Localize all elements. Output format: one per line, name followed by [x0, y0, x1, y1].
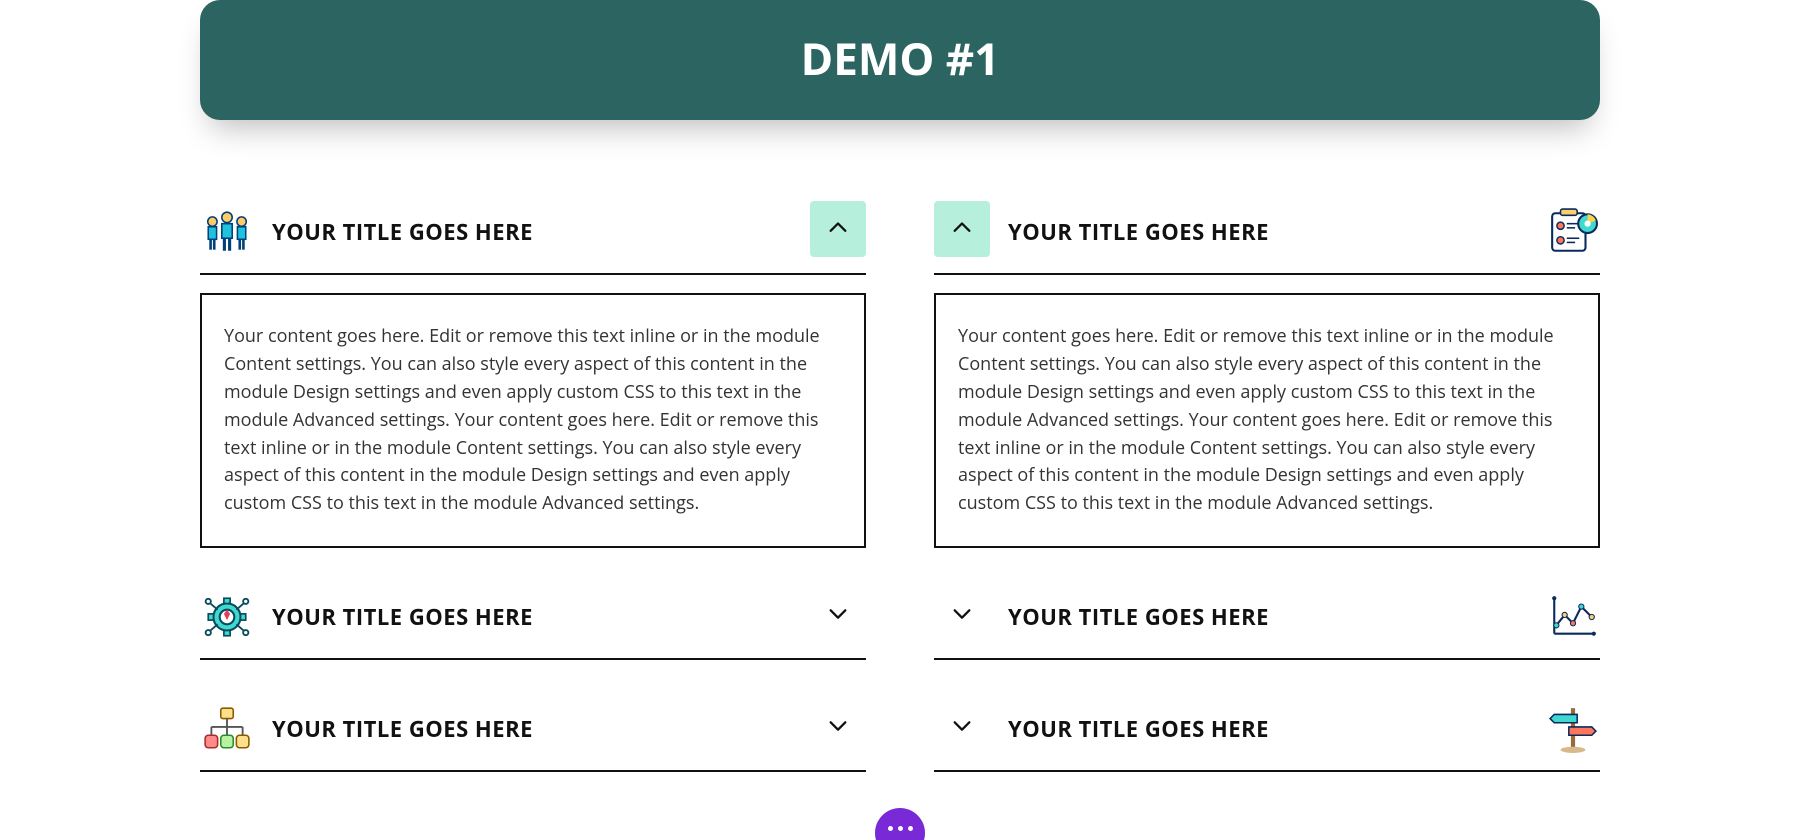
accordion-item: YOUR TITLE GOES HERE Your content goes h…	[934, 195, 1600, 548]
accordion-header[interactable]: YOUR TITLE GOES HERE	[200, 692, 866, 772]
accordion-header[interactable]: YOUR TITLE GOES HERE	[934, 692, 1600, 772]
chevron-down-icon[interactable]	[810, 698, 866, 754]
chevron-down-icon[interactable]	[810, 586, 866, 642]
accordion-header[interactable]: YOUR TITLE GOES HERE	[934, 195, 1600, 275]
dot-icon	[898, 826, 903, 831]
dot-icon	[908, 826, 913, 831]
accordion-title: YOUR TITLE GOES HERE	[272, 217, 792, 247]
dashboard-icon	[1546, 205, 1600, 259]
accordion-left-column: YOUR TITLE GOES HERE Your content goes h…	[200, 195, 866, 772]
accordion-item: YOUR TITLE GOES HERE Your content goes h…	[200, 195, 866, 548]
chevron-down-icon[interactable]	[934, 698, 990, 754]
chevron-up-icon[interactable]	[810, 201, 866, 257]
accordion-header[interactable]: YOUR TITLE GOES HERE	[934, 580, 1600, 660]
accordion-item: YOUR TITLE GOES HERE	[200, 580, 866, 660]
people-icon	[200, 205, 254, 259]
accordion-title: YOUR TITLE GOES HERE	[1008, 602, 1528, 632]
demo-header: DEMO #1	[200, 0, 1600, 120]
accordion-header[interactable]: YOUR TITLE GOES HERE	[200, 195, 866, 275]
signpost-icon	[1546, 702, 1600, 756]
chevron-down-icon[interactable]	[934, 586, 990, 642]
accordion-title: YOUR TITLE GOES HERE	[272, 714, 792, 744]
accordion-title: YOUR TITLE GOES HERE	[272, 602, 792, 632]
floating-action-button[interactable]	[875, 808, 925, 840]
linechart-icon	[1546, 590, 1600, 644]
accordion-item: YOUR TITLE GOES HERE	[934, 580, 1600, 660]
dot-icon	[888, 826, 893, 831]
chevron-up-icon[interactable]	[934, 201, 990, 257]
gear-icon	[200, 590, 254, 644]
flowchart-icon	[200, 702, 254, 756]
accordion-item: YOUR TITLE GOES HERE	[934, 692, 1600, 772]
accordion-body: Your content goes here. Edit or remove t…	[934, 293, 1600, 548]
accordion-right-column: YOUR TITLE GOES HERE Your content goes h…	[934, 195, 1600, 772]
demo-header-title: DEMO #1	[801, 28, 1000, 88]
accordion-title: YOUR TITLE GOES HERE	[1008, 217, 1528, 247]
accordion-item: YOUR TITLE GOES HERE	[200, 692, 866, 772]
accordion-body: Your content goes here. Edit or remove t…	[200, 293, 866, 548]
accordion-title: YOUR TITLE GOES HERE	[1008, 714, 1528, 744]
accordion-header[interactable]: YOUR TITLE GOES HERE	[200, 580, 866, 660]
